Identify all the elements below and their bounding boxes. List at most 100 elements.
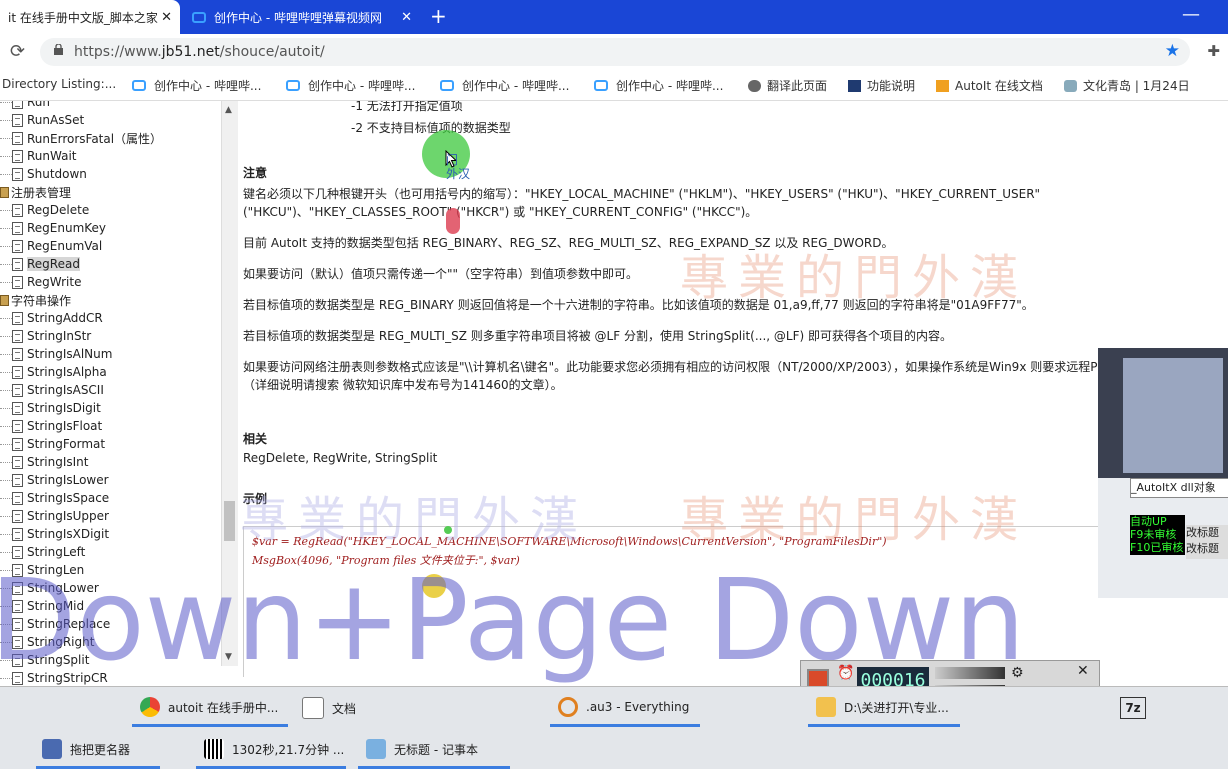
autoitx-label: _AutoItX dll对象: [1130, 478, 1228, 498]
bookmark-bilibili-1[interactable]: 创作中心 - 哔哩哔...: [132, 77, 261, 94]
sidebar-item-stringisspace[interactable]: StringIsSpace: [0, 489, 109, 507]
tree-connector: [0, 425, 12, 427]
tree-connector: [0, 407, 12, 409]
taskbar-item-everything[interactable]: .au3 - Everything: [558, 697, 689, 717]
close-icon[interactable]: ✕: [1077, 663, 1089, 679]
bookmark-label: 翻译此页面: [767, 79, 828, 93]
sidebar-item-run[interactable]: Run: [0, 101, 50, 111]
sidebar-item-runerrorsfatal[interactable]: RunErrorsFatal（属性）: [0, 129, 162, 147]
sidebar-item-label: StringIsXDigit: [27, 527, 110, 541]
sidebar-item-stringisalnum[interactable]: StringIsAlNum: [0, 345, 112, 363]
sidebar-item-label: StringFormat: [27, 437, 106, 451]
tree-connector: [0, 173, 12, 175]
tree-connector: [0, 137, 12, 139]
sevenzip-icon[interactable]: 7z: [1120, 697, 1146, 719]
sidebar-item-stringisxdigit[interactable]: StringIsXDigit: [0, 525, 109, 543]
url-host: jb51.net: [161, 44, 220, 60]
sidebar-item-stringislower[interactable]: StringIsLower: [0, 471, 109, 489]
tab-label: it 在线手册中文版_脚本之家: [8, 10, 158, 25]
sidebar-item-label: StringIsAlNum: [27, 347, 113, 361]
sidebar-item-regdelete[interactable]: RegDelete: [0, 201, 89, 219]
minimize-window-button[interactable]: —: [1182, 4, 1200, 25]
sidebar-item-runasset[interactable]: RunAsSet: [0, 111, 84, 129]
rename-title-button-1[interactable]: 改标题: [1186, 525, 1228, 541]
taskbar-item-timer[interactable]: 1302秒,21.7分钟 ...: [204, 739, 344, 759]
sidebar-item-stringisint[interactable]: StringIsInt: [0, 453, 88, 471]
settings-gear-icon[interactable]: ⚙: [1011, 665, 1024, 681]
bookmark-translate[interactable]: 翻译此页面: [748, 77, 827, 94]
sidebar-item-label: StringIsDigit: [27, 401, 101, 415]
sidebar-item-label: Run: [27, 101, 51, 109]
rename-title-box: 改标题 改标题: [1186, 525, 1228, 559]
windows-taskbar: autoit 在线手册中... 文档 .au3 - Everything D:\…: [0, 686, 1228, 769]
taskbar-label: 1302秒,21.7分钟 ...: [232, 742, 345, 757]
sidebar-item-shutdown[interactable]: Shutdown: [0, 165, 87, 183]
taskbar-item-document[interactable]: 文档: [302, 697, 356, 719]
omnibox[interactable]: https://www.jb51.net/shouce/autoit/ ★: [40, 38, 1190, 66]
sidebar-item-regenumkey[interactable]: RegEnumKey: [0, 219, 106, 237]
document-icon: [12, 365, 23, 379]
bookmark-bilibili-2[interactable]: 创作中心 - 哔哩哔...: [286, 77, 415, 94]
reload-icon[interactable]: ⟳: [10, 41, 25, 62]
webcam-preview: [1098, 348, 1228, 478]
rename-title-button-2[interactable]: 改标题: [1186, 541, 1228, 557]
related-links[interactable]: RegDelete, RegWrite, StringSplit: [243, 451, 437, 465]
document-icon: [12, 473, 23, 487]
autoit-icon: [936, 79, 949, 92]
bookmarks-bar: Directory Listing:... 创作中心 - 哔哩哔... 创作中心…: [0, 70, 1228, 101]
tree-connector: [0, 443, 12, 445]
sidebar-item-stringisdigit[interactable]: StringIsDigit: [0, 399, 101, 417]
tree-connector: [0, 497, 12, 499]
scroll-up-arrow-icon[interactable]: ▲: [225, 105, 232, 115]
taskbar-item-explorer[interactable]: D:\关进打开\专业...: [816, 697, 949, 717]
bookmark-star-icon[interactable]: ★: [1165, 41, 1180, 61]
new-tab-button[interactable]: +: [430, 4, 447, 28]
tree-connector: [0, 101, 12, 103]
sidebar-item-stringisfloat[interactable]: StringIsFloat: [0, 417, 102, 435]
bookmark-culture-qingdao[interactable]: 文化青岛 | 1月24日: [1064, 77, 1190, 94]
bookmark-bilibili-3[interactable]: 创作中心 - 哔哩哔...: [440, 77, 569, 94]
url-text[interactable]: https://www.jb51.net/shouce/autoit/: [74, 44, 325, 60]
sidebar-item-label: 字符串操作: [11, 293, 72, 308]
bookmark-bilibili-4[interactable]: 创作中心 - 哔哩哔...: [594, 77, 723, 94]
taskbar-item-notepad[interactable]: 无标题 - 记事本: [366, 739, 478, 759]
sidebar-item-stringisupper[interactable]: StringIsUpper: [0, 507, 109, 525]
sidebar-item-regenumval[interactable]: RegEnumVal: [0, 237, 102, 255]
bookmark-function-desc[interactable]: 功能说明: [848, 77, 915, 94]
bookmark-directory-listing[interactable]: Directory Listing:...: [2, 77, 116, 91]
scrollbar-thumb[interactable]: [224, 501, 235, 541]
bookmark-autoit-docs[interactable]: AutoIt 在线文档: [936, 77, 1043, 94]
sidebar-item-regwrite[interactable]: RegWrite: [0, 273, 81, 291]
sidebar-item-label: StringIsInt: [27, 455, 89, 469]
taskbar-item-chrome[interactable]: autoit 在线手册中...: [140, 697, 278, 717]
sidebar-item-stringaddcr[interactable]: StringAddCR: [0, 309, 103, 327]
cursor-caption-1: 门: [446, 153, 459, 167]
note-paragraph-1b: ("HKCU")、"HKEY_CLASSES_ROOT" ("HKCR") 或 …: [243, 205, 758, 219]
hotkey-line-3: F10已审核: [1130, 541, 1184, 554]
close-tab-icon[interactable]: ✕: [161, 10, 172, 25]
return-value-1: -1 无法打开指定值项: [351, 101, 463, 113]
sidebar-item-stringinstr[interactable]: StringInStr: [0, 327, 91, 345]
sidebar-folder[interactable]: 注册表管理: [0, 183, 71, 201]
tree-connector: [0, 119, 12, 121]
sidebar-item-runwait[interactable]: RunWait: [0, 147, 77, 165]
close-tab-icon[interactable]: ✕: [401, 10, 412, 25]
sidebar-item-stringformat[interactable]: StringFormat: [0, 435, 105, 453]
cursor-caption-2: 外汉: [446, 167, 471, 181]
sidebar-item-regread[interactable]: RegRead: [0, 255, 80, 273]
taskbar-item-renamer[interactable]: 拖把更名器: [42, 739, 130, 759]
tab-autoit-manual[interactable]: it 在线手册中文版_脚本之家 ✕: [0, 0, 180, 34]
tab-bilibili[interactable]: 创作中心 - 哔哩哔哩弹幕视频网 ✕: [184, 0, 420, 34]
note-paragraph-3: 如果要访问（默认）值项只需传递一个""（空字符串）到值项参数中即可。: [243, 267, 639, 281]
tree-connector: [0, 155, 12, 157]
sidebar-item-stringisalpha[interactable]: StringIsAlpha: [0, 363, 107, 381]
return-value-2: -2 不支持目标值项的数据类型: [351, 121, 511, 135]
document-icon: [12, 275, 23, 289]
extensions-icon[interactable]: ✚: [1207, 42, 1220, 60]
magnifier-icon: [558, 697, 578, 717]
sidebar-folder[interactable]: 字符串操作: [0, 291, 71, 309]
book-icon: [0, 294, 9, 306]
sidebar-item-stringisascii[interactable]: StringIsASCII: [0, 381, 104, 399]
bookmark-label: 创作中心 - 哔哩哔...: [154, 79, 262, 93]
document-icon: [12, 203, 23, 217]
